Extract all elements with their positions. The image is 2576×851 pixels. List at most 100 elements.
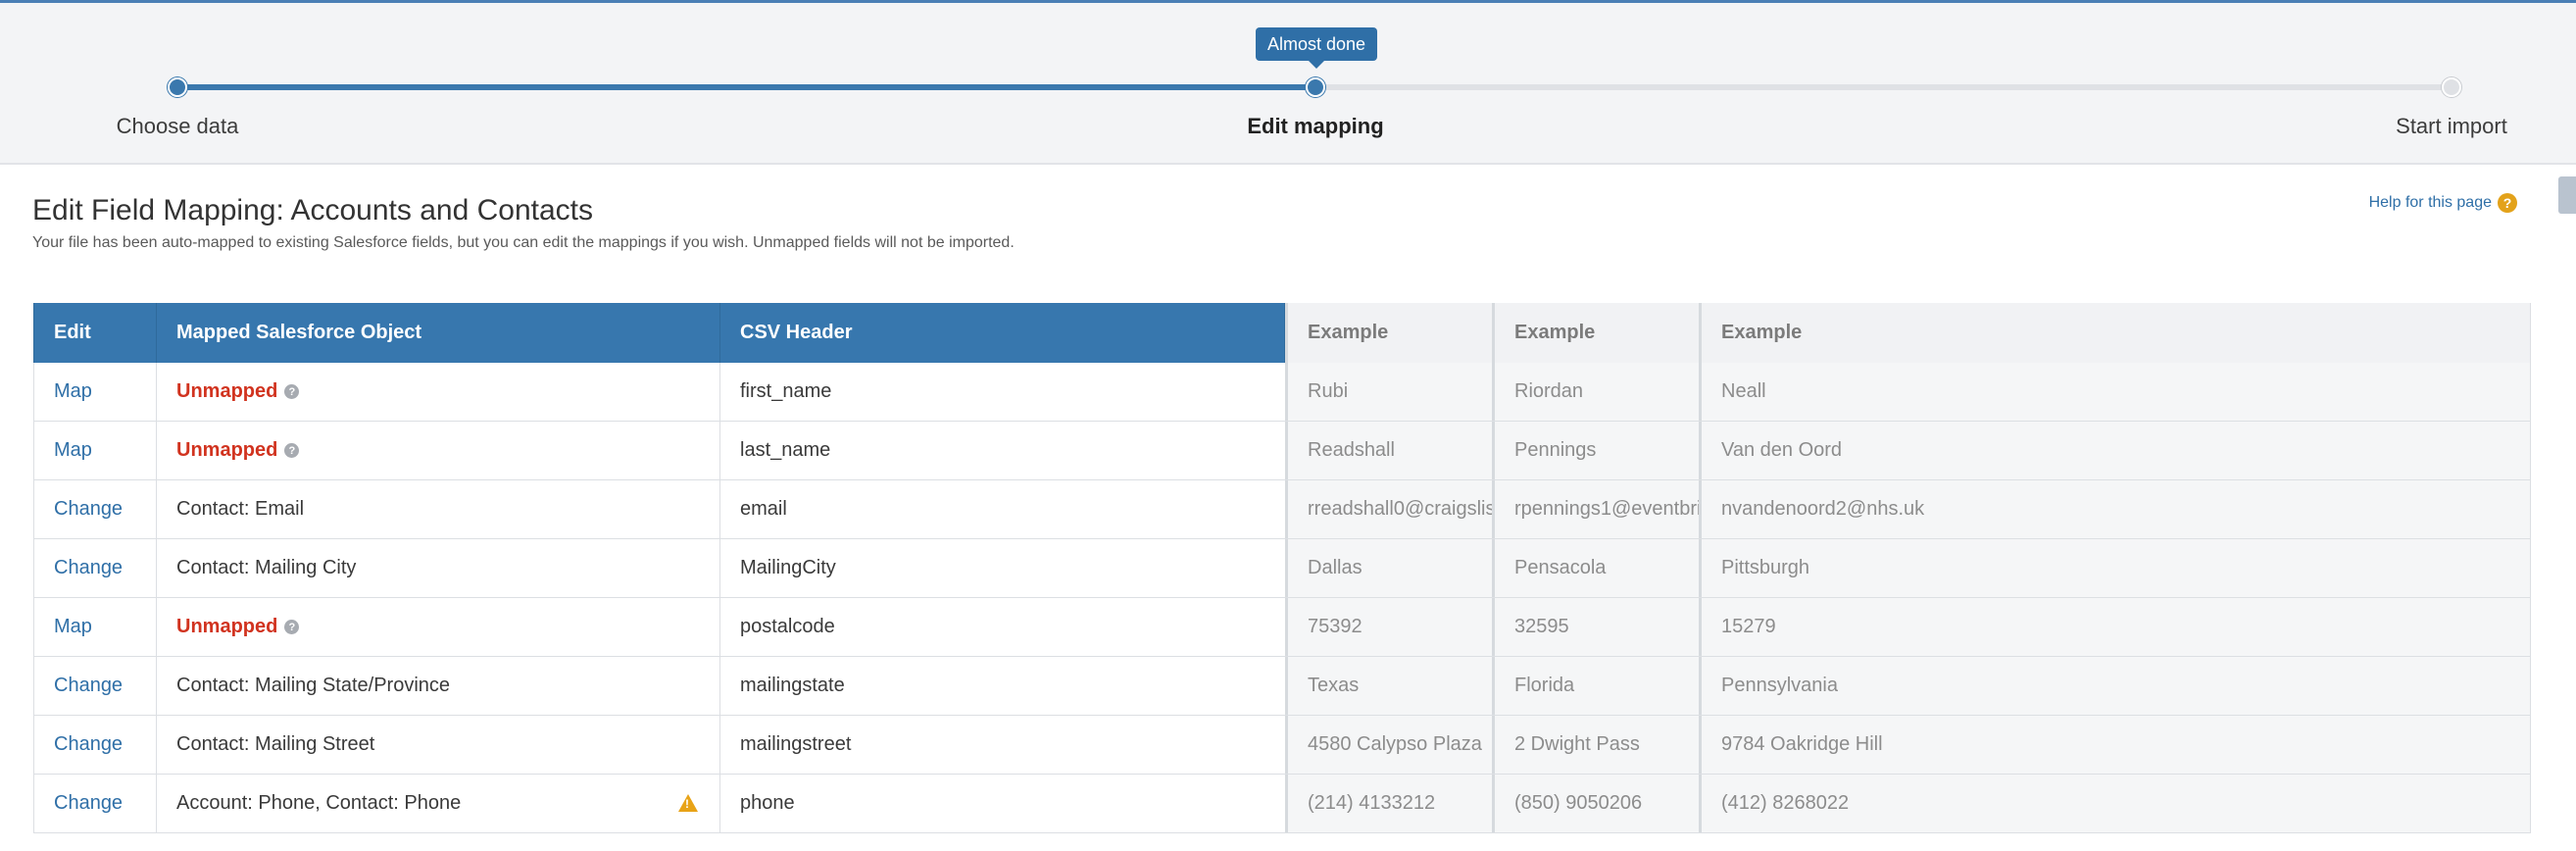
- example-cell-1: 75392: [1285, 598, 1492, 656]
- mapped-object-cell: Contact: Email: [157, 480, 720, 538]
- example-cell-2: Pensacola: [1492, 539, 1699, 597]
- info-circle-icon[interactable]: ?: [284, 443, 300, 458]
- table-row: Map Unmapped? postalcode 75392 32595 15279: [33, 598, 2531, 657]
- progress-tooltip: Almost done: [1256, 27, 1378, 69]
- step-dot-choose-data[interactable]: [168, 77, 187, 97]
- example-cell-2: rpennings1@eventbrit: [1492, 480, 1699, 538]
- step-dot-start-import[interactable]: [2442, 77, 2461, 97]
- example-cell-3: Neall: [1699, 363, 2531, 421]
- field-mapping-table: Edit Mapped Salesforce Object CSV Header…: [33, 303, 2531, 833]
- table-row: Change Contact: Mailing Street mailingstre…: [33, 716, 2531, 775]
- map-link[interactable]: Map: [54, 380, 92, 403]
- example-cell-1: Rubi: [1285, 363, 1492, 421]
- example-cell-2: 2 Dwight Pass: [1492, 716, 1699, 774]
- import-progress: Almost done Choose data Edit mapping Sta…: [0, 3, 2576, 165]
- csv-header-cell: email: [740, 498, 787, 520]
- mapped-object-cell: Unmapped?: [157, 363, 720, 421]
- header-csv: CSV Header: [720, 303, 1285, 363]
- edit-cell: Change: [33, 539, 157, 597]
- change-link[interactable]: Change: [54, 792, 123, 815]
- unmapped-label: Unmapped: [176, 380, 278, 402]
- mapped-field-label: Account: Phone, Contact: Phone: [176, 792, 462, 814]
- mapped-object-cell: Contact: Mailing State/Province: [157, 657, 720, 715]
- table-row: Change Contact: Mailing State/Province mai…: [33, 657, 2531, 716]
- table-header-row: Edit Mapped Salesforce Object CSV Header…: [33, 303, 2531, 363]
- csv-header-cell: MailingCity: [740, 557, 836, 578]
- help-link-label: Help for this page: [2368, 194, 2492, 211]
- example-cell-1: 4580 Calypso Plaza: [1285, 716, 1492, 774]
- edit-cell: Change: [33, 716, 157, 774]
- help-link[interactable]: Help for this page ?: [2369, 193, 2517, 213]
- table-row: Change Contact: Email email rreadshall0@cra…: [33, 480, 2531, 539]
- header-mapped-object: Mapped Salesforce Object: [157, 303, 720, 363]
- change-link[interactable]: Change: [54, 498, 123, 521]
- edit-cell: Change: [33, 480, 157, 538]
- mapped-object-cell: Account: Phone, Contact: Phone: [157, 775, 720, 832]
- table-body: Map Unmapped? first_name Rubi Riordan Neall Ma…: [33, 363, 2531, 833]
- example-cell-1: rreadshall0@craigslist: [1285, 480, 1492, 538]
- edit-cell: Change: [33, 657, 157, 715]
- header-edit: Edit: [33, 303, 157, 363]
- page-title: Edit Field Mapping: Accounts and Contact…: [32, 194, 593, 226]
- example-cell-3: nvandenoord2@nhs.uk: [1699, 480, 2531, 538]
- example-cell-2: Pennings: [1492, 422, 1699, 479]
- table-row: Change Contact: Mailing City MailingCity Da…: [33, 539, 2531, 598]
- csv-header-cell: postalcode: [740, 616, 835, 637]
- example-cell-3: 9784 Oakridge Hill: [1699, 716, 2531, 774]
- warning-triangle-icon[interactable]: [678, 794, 698, 812]
- step-dot-edit-mapping[interactable]: [1306, 77, 1325, 97]
- mapped-object-cell: Unmapped?: [157, 598, 720, 656]
- example-cell-1: (214) 4133212: [1285, 775, 1492, 832]
- example-cell-3: Pennsylvania: [1699, 657, 2531, 715]
- info-circle-icon[interactable]: ?: [284, 384, 300, 399]
- map-link[interactable]: Map: [54, 616, 92, 638]
- header-example-3: Example: [1699, 303, 2531, 363]
- example-cell-3: Van den Oord: [1699, 422, 2531, 479]
- progress-fill: [177, 84, 1315, 90]
- example-cell-2: Florida: [1492, 657, 1699, 715]
- example-cell-1: Texas: [1285, 657, 1492, 715]
- edit-cell: Map: [33, 363, 157, 421]
- step-label-start-import[interactable]: Start import: [2396, 114, 2507, 139]
- step-label-edit-mapping: Edit mapping: [1247, 114, 1384, 138]
- header-example-1: Example: [1285, 303, 1492, 363]
- example-cell-2: 32595: [1492, 598, 1699, 656]
- example-cell-3: (412) 8268022: [1699, 775, 2531, 832]
- table-row: Map Unmapped? first_name Rubi Riordan Neall: [33, 363, 2531, 422]
- example-cell-1: Readshall: [1285, 422, 1492, 479]
- unmapped-label: Unmapped: [176, 616, 278, 637]
- mapped-object-cell: Contact: Mailing City: [157, 539, 720, 597]
- edit-cell: Change: [33, 775, 157, 832]
- example-cell-2: (850) 9050206: [1492, 775, 1699, 832]
- csv-header-cell: phone: [740, 792, 795, 814]
- example-cell-3: 15279: [1699, 598, 2531, 656]
- csv-header-cell: mailingstate: [740, 675, 845, 696]
- mapped-field-label: Contact: Mailing City: [176, 557, 357, 578]
- mapped-field-label: Contact: Email: [176, 498, 305, 520]
- change-link[interactable]: Change: [54, 557, 123, 579]
- edit-cell: Map: [33, 598, 157, 656]
- mapped-field-label: Contact: Mailing Street: [176, 733, 375, 755]
- example-cell-1: Dallas: [1285, 539, 1492, 597]
- csv-header-cell: mailingstreet: [740, 733, 852, 755]
- mapped-object-cell: Contact: Mailing Street: [157, 716, 720, 774]
- header-example-2: Example: [1492, 303, 1699, 363]
- side-panel-tab[interactable]: [2558, 176, 2576, 214]
- csv-header-cell: first_name: [740, 380, 832, 402]
- change-link[interactable]: Change: [54, 733, 123, 756]
- example-cell-2: Riordan: [1492, 363, 1699, 421]
- mapped-object-cell: Unmapped?: [157, 422, 720, 479]
- info-circle-icon[interactable]: ?: [284, 620, 300, 634]
- map-link[interactable]: Map: [54, 439, 92, 462]
- change-link[interactable]: Change: [54, 675, 123, 697]
- unmapped-label: Unmapped: [176, 439, 278, 461]
- help-circle-icon: ?: [2498, 193, 2517, 213]
- edit-cell: Map: [33, 422, 157, 479]
- page-subtitle: Your file has been auto-mapped to existi…: [32, 234, 1015, 251]
- step-label-choose-data[interactable]: Choose data: [117, 114, 239, 139]
- mapped-field-label: Contact: Mailing State/Province: [176, 675, 451, 696]
- table-row: Change Account: Phone, Contact: Phone phon…: [33, 775, 2531, 833]
- table-row: Map Unmapped? last_name Readshall Pennings Va…: [33, 422, 2531, 480]
- example-cell-3: Pittsburgh: [1699, 539, 2531, 597]
- csv-header-cell: last_name: [740, 439, 831, 461]
